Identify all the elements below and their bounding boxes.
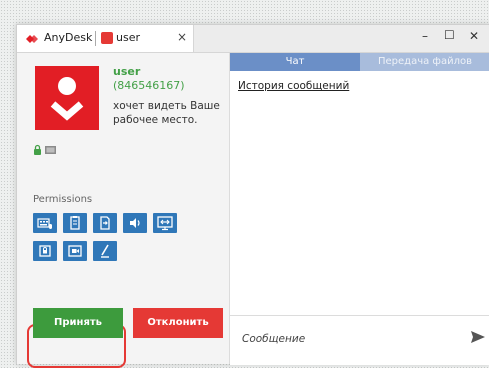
close-tab-icon[interactable]: × xyxy=(177,30,187,44)
keyboard-mouse-icon xyxy=(37,218,52,229)
anydesk-window: AnyDesk user × – ☐ ✕ user (846546167) хо… xyxy=(16,24,489,368)
tab-chat[interactable]: Чат xyxy=(230,53,360,71)
compose-area xyxy=(230,315,489,365)
anydesk-logo-icon xyxy=(26,35,38,43)
permission-keyboard-button[interactable] xyxy=(33,213,57,233)
accept-button[interactable]: Принять xyxy=(33,308,123,338)
session-tab[interactable]: AnyDesk user × xyxy=(17,25,194,52)
permission-clipboard-button[interactable] xyxy=(63,213,87,233)
remote-control-icon xyxy=(157,216,173,231)
maximize-button[interactable]: ☐ xyxy=(444,28,455,42)
record-session-icon xyxy=(68,245,82,257)
minimize-button[interactable]: – xyxy=(422,29,428,43)
clipboard-icon xyxy=(70,216,80,230)
user-id: (846546167) xyxy=(113,79,185,92)
message-history-label: История сообщений xyxy=(238,80,350,92)
title-bar: AnyDesk user × – ☐ ✕ xyxy=(17,25,489,53)
send-icon[interactable] xyxy=(470,329,486,345)
connection-status xyxy=(33,141,61,160)
monitor-status-icon xyxy=(45,146,56,154)
sound-icon xyxy=(130,218,140,228)
lock-icon xyxy=(39,245,51,257)
app-name: AnyDesk xyxy=(44,31,93,44)
close-window-button[interactable]: ✕ xyxy=(469,29,479,43)
lock-status-icon xyxy=(34,144,41,155)
permission-draw-button[interactable] xyxy=(93,241,117,261)
username: user xyxy=(113,65,141,78)
avatar xyxy=(35,66,99,130)
message-input[interactable] xyxy=(242,333,442,345)
permission-record-button[interactable] xyxy=(63,241,87,261)
permissions-title: Permissions xyxy=(33,194,93,205)
permission-lock-button[interactable] xyxy=(33,241,57,261)
request-message: хочет видеть Ваше рабочее место. xyxy=(113,100,220,126)
permission-control-button[interactable] xyxy=(153,213,177,233)
file-transfer-icon xyxy=(100,216,110,230)
user-avatar-icon xyxy=(50,77,84,121)
user-badge-icon xyxy=(101,32,113,44)
permission-sound-button[interactable] xyxy=(123,213,147,233)
request-panel: user (846546167) хочет видеть Ваше рабоч… xyxy=(17,53,230,368)
tab-divider xyxy=(95,31,96,46)
tab-file-transfer[interactable]: Передача файлов xyxy=(360,53,489,71)
permission-files-button[interactable] xyxy=(93,213,117,233)
chat-tabs: Чат Передача файлов xyxy=(230,53,489,71)
tab-user-label: user xyxy=(116,31,140,44)
decline-button[interactable]: Отклонить xyxy=(133,308,223,338)
pen-draw-icon xyxy=(101,244,109,258)
